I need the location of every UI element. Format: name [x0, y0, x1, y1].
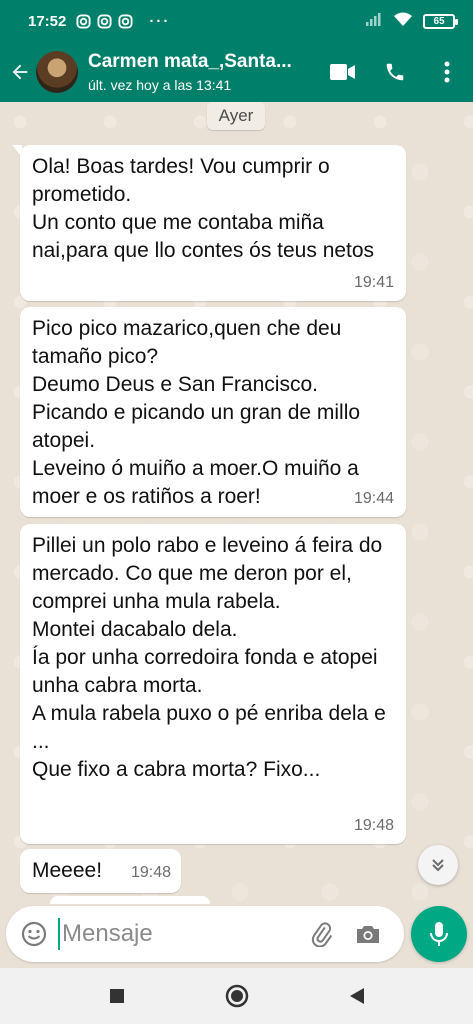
- message-time: 19:41: [353, 274, 394, 291]
- message-text: Ola! Boas tardes! Vou cumprir o prometid…: [32, 155, 375, 262]
- message-bubble[interactable]: Meeee! 19:48: [20, 849, 181, 893]
- status-bar: 17:52 ··· 65: [0, 0, 473, 42]
- video-camera-icon: [330, 64, 355, 80]
- status-time: 17:52: [28, 12, 67, 30]
- camera-icon: [357, 926, 379, 943]
- last-seen: últ. vez hoy a las 13:41: [88, 77, 232, 93]
- system-navigation-bar: [0, 968, 473, 1024]
- avatar[interactable]: [36, 51, 78, 93]
- message-bubble[interactable]: Pico pico mazarico,quen che deu tamaño p…: [20, 307, 406, 517]
- recents-button[interactable]: [97, 976, 137, 1016]
- message-time: 19:48: [353, 817, 394, 834]
- message-time: 19:44: [353, 490, 394, 507]
- message-bubble-partial: [50, 896, 210, 904]
- microphone-icon: [430, 922, 448, 946]
- home-button[interactable]: [217, 976, 257, 1016]
- video-call-button[interactable]: [317, 48, 369, 96]
- contact-info[interactable]: Carmen mata_,Santa... últ. vez hoy a las…: [88, 51, 316, 93]
- contact-name: Carmen mata_,Santa...: [88, 51, 292, 72]
- message-bubble[interactable]: Ola! Boas tardes! Vou cumprir o prometid…: [12, 145, 406, 301]
- battery-icon: 65: [423, 13, 458, 29]
- smiley-icon: [21, 921, 47, 947]
- scroll-to-bottom-button[interactable]: [418, 845, 458, 885]
- instagram-icon: [76, 13, 91, 29]
- emoji-button[interactable]: [10, 910, 58, 958]
- more-options-button[interactable]: [421, 48, 473, 96]
- date-separator: Ayer: [207, 102, 265, 130]
- double-chevron-down-icon: [432, 859, 444, 872]
- message-bubble[interactable]: Pillei un polo rabo e leveino á feira do…: [20, 524, 406, 844]
- triangle-back-icon: [349, 988, 364, 1004]
- back-arrow-icon[interactable]: [2, 52, 38, 92]
- camera-button[interactable]: [348, 910, 388, 958]
- phone-icon: [386, 63, 404, 81]
- message-input[interactable]: [58, 918, 288, 950]
- voice-message-button[interactable]: [411, 906, 467, 962]
- more-notifications-icon: ···: [149, 12, 171, 30]
- circle-icon: [225, 984, 248, 1008]
- message-text: Pillei un polo rabo e leveino á feira do…: [32, 534, 386, 781]
- voice-call-button[interactable]: [369, 48, 421, 96]
- paperclip-icon: [311, 922, 333, 947]
- message-composer: [6, 906, 404, 962]
- back-button[interactable]: [337, 976, 377, 1016]
- instagram-icon: [97, 13, 112, 29]
- chat-header: Carmen mata_,Santa... últ. vez hoy a las…: [0, 42, 473, 102]
- more-vertical-icon: [444, 61, 450, 83]
- message-time: 19:48: [130, 864, 171, 881]
- message-text: Pico pico mazarico,quen che deu tamaño p…: [32, 317, 361, 508]
- instagram-icon: [118, 13, 133, 29]
- wifi-icon: [393, 12, 413, 31]
- square-icon: [109, 989, 124, 1003]
- signal-icon: [365, 12, 383, 30]
- attach-button[interactable]: [302, 910, 342, 958]
